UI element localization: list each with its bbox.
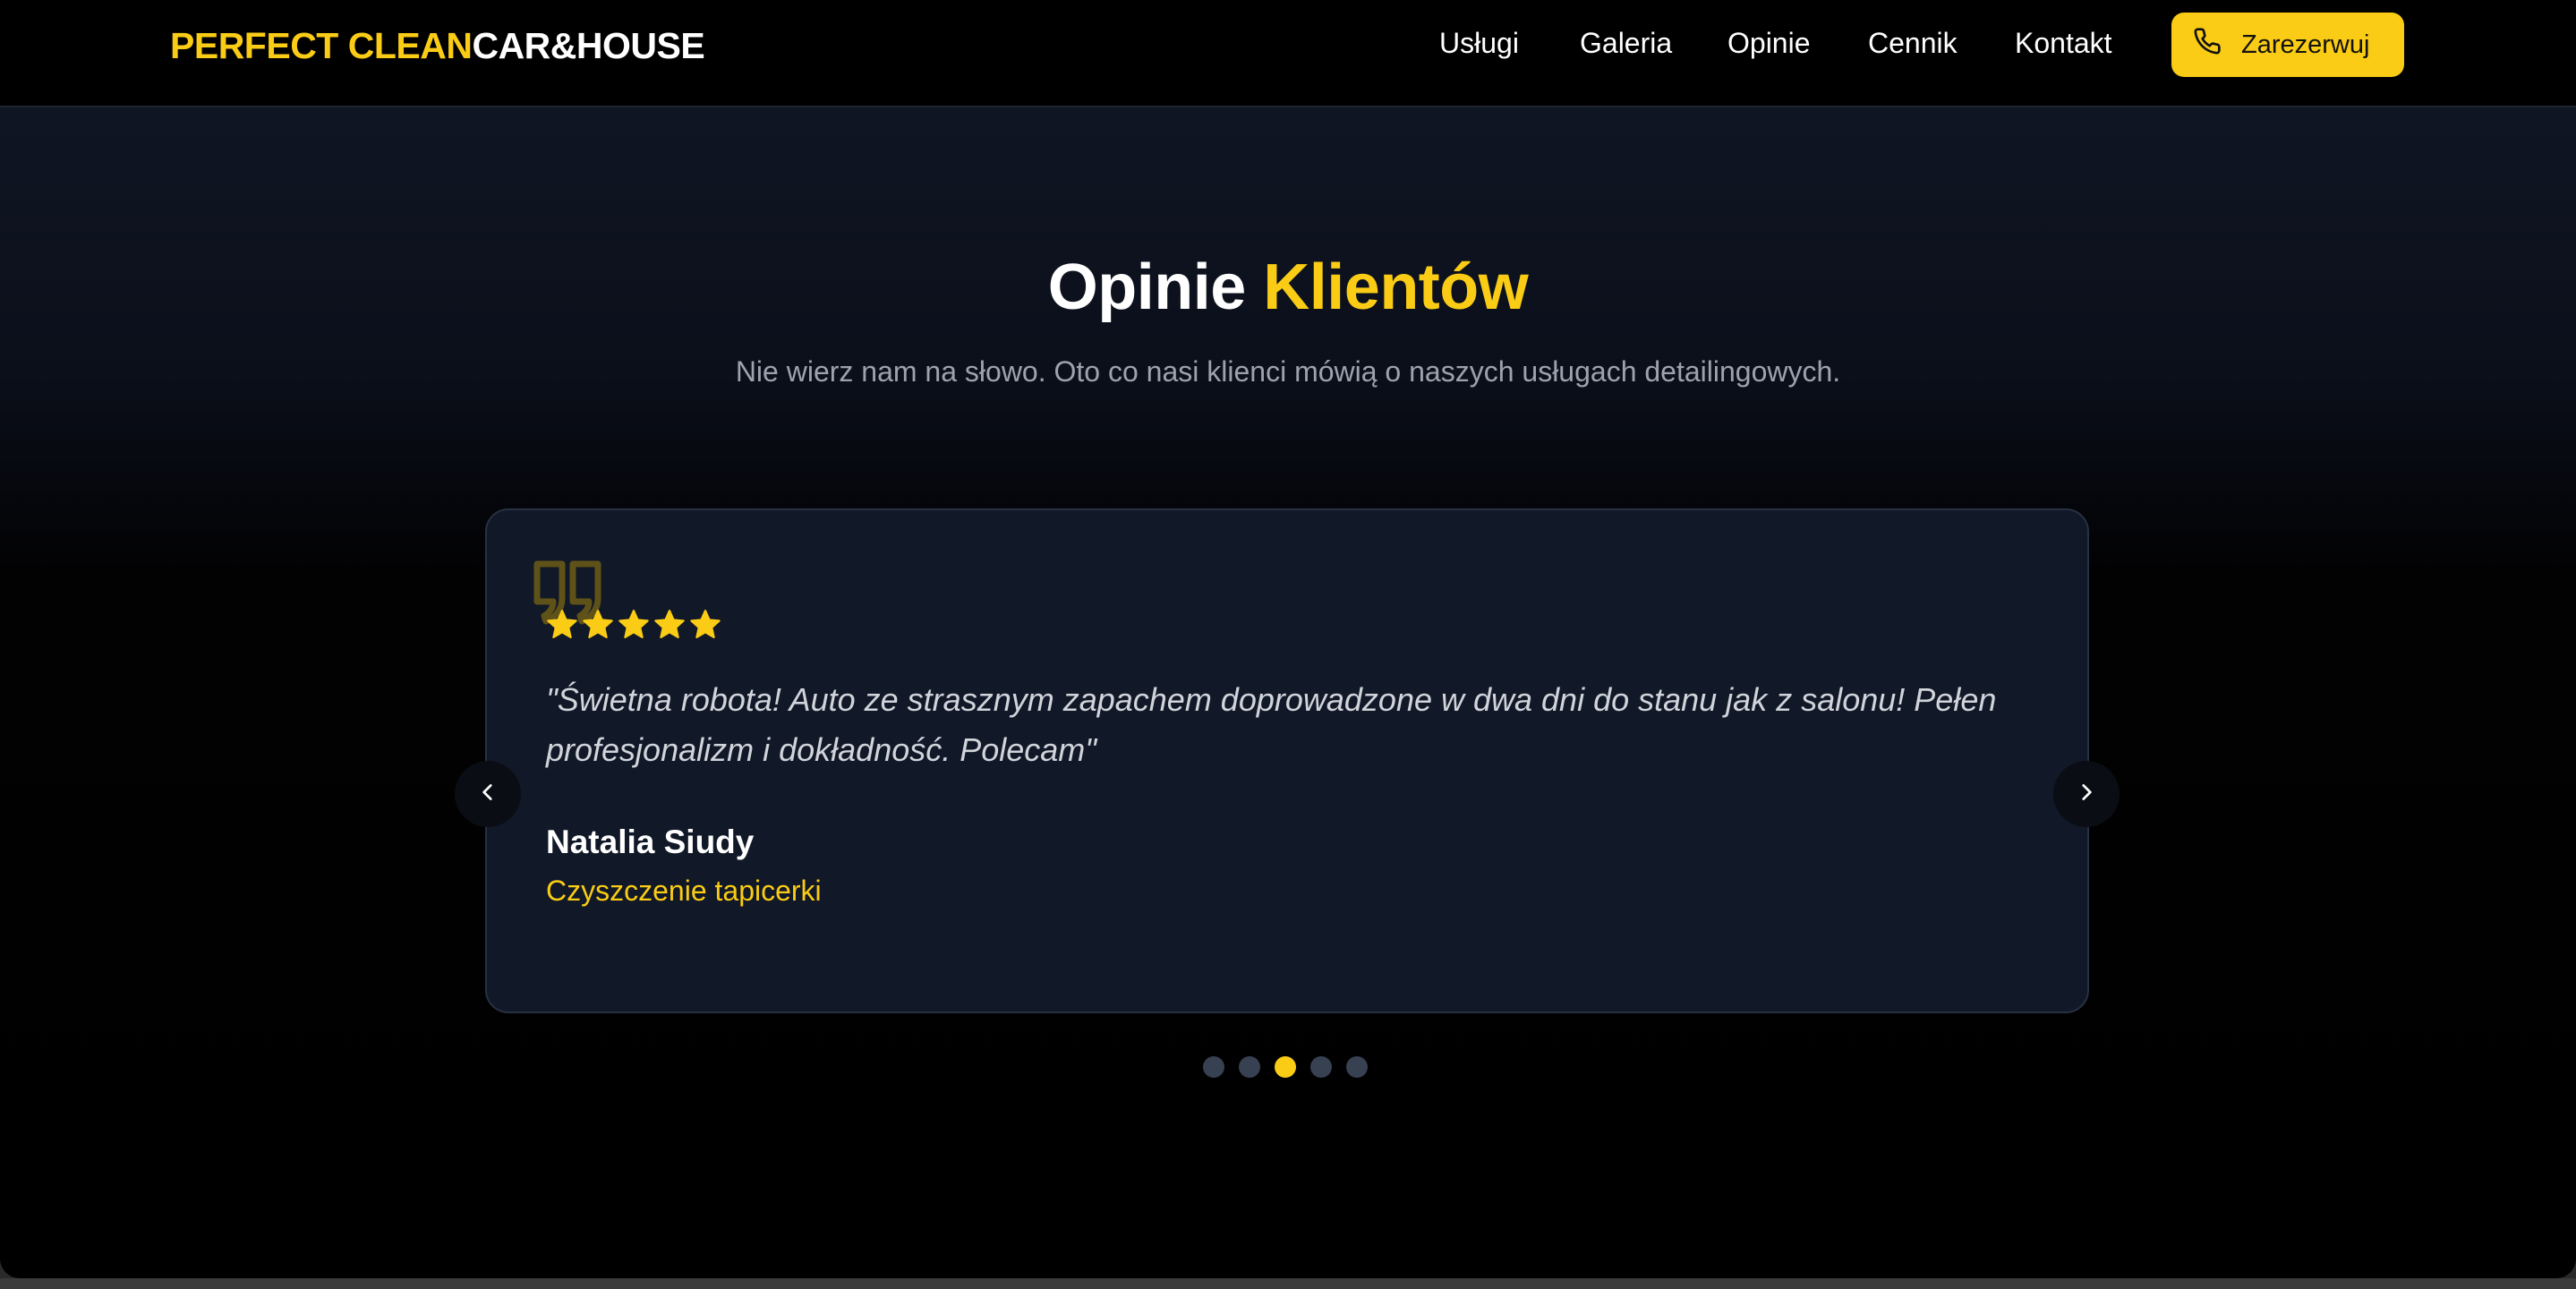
nav-link-opinie[interactable]: Opinie xyxy=(1727,27,1811,60)
star-icon xyxy=(618,609,650,645)
carousel-dots xyxy=(1203,1056,1368,1078)
carousel-dot[interactable] xyxy=(1346,1056,1368,1078)
star-icon xyxy=(582,609,614,645)
logo[interactable]: PERFECT CLEANCAR&HOUSE xyxy=(170,25,705,67)
star-icon xyxy=(689,609,721,645)
section-title-part-2: Klientów xyxy=(1263,252,1529,323)
nav-link-galeria[interactable]: Galeria xyxy=(1580,27,1672,60)
nav-link-cennik[interactable]: Cennik xyxy=(1868,27,1958,60)
navbar: PERFECT CLEANCAR&HOUSE Usługi Galeria Op… xyxy=(0,0,2576,107)
nav-link-uslugi[interactable]: Usługi xyxy=(1439,27,1519,60)
logo-part-1: PERFECT CLEAN xyxy=(170,25,473,66)
rating-stars xyxy=(546,609,721,645)
book-button-label: Zarezerwuj xyxy=(2241,30,2370,59)
window-bottom-edge xyxy=(0,1278,2576,1289)
testimonial-author: Natalia Siudy xyxy=(546,824,755,860)
testimonial-text: "Świetna robota! Auto ze strasznym zapac… xyxy=(546,681,1997,768)
logo-part-2: CAR&HOUSE xyxy=(472,25,705,66)
carousel-dot[interactable] xyxy=(1239,1056,1260,1078)
section-subtitle: Nie wierz nam na słowo. Oto co nasi klie… xyxy=(735,355,1841,388)
phone-icon xyxy=(2193,27,2222,63)
chevron-right-icon xyxy=(2075,781,2098,808)
carousel-dot[interactable] xyxy=(1275,1056,1296,1078)
carousel-dot[interactable] xyxy=(1310,1056,1332,1078)
book-button[interactable]: Zarezerwuj xyxy=(2171,13,2404,77)
chevron-left-icon xyxy=(476,781,499,808)
carousel-dot[interactable] xyxy=(1203,1056,1224,1078)
testimonial-card: "Świetna robota! Auto ze strasznym zapac… xyxy=(485,508,2089,1013)
nav-link-kontakt[interactable]: Kontakt xyxy=(2015,27,2112,60)
star-icon xyxy=(546,609,578,645)
page: PERFECT CLEANCAR&HOUSE Usługi Galeria Op… xyxy=(0,0,2576,1278)
testimonial-service: Czyszczenie tapicerki xyxy=(546,875,822,907)
section-title: Opinie Klientów xyxy=(0,251,2576,324)
carousel-next-button[interactable] xyxy=(2053,761,2120,827)
section-title-part-1: Opinie xyxy=(1047,252,1247,323)
carousel-prev-button[interactable] xyxy=(455,761,521,827)
star-icon xyxy=(653,609,686,645)
